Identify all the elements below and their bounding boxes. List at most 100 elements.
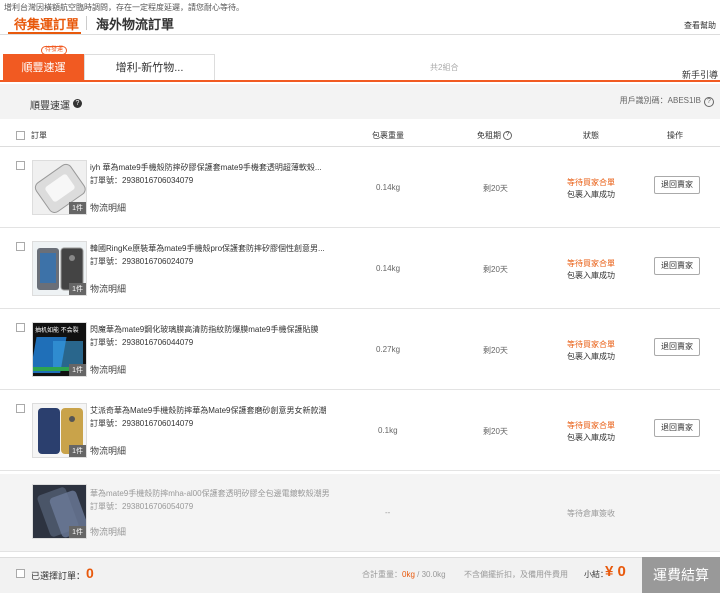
quantity-badge: 1件 — [69, 283, 86, 295]
status-primary: 等待買家合單 — [567, 178, 615, 187]
logistics-link[interactable]: 物流明細 — [90, 282, 126, 295]
selected-orders-label: 已選擇訂單： — [31, 571, 86, 581]
product-title[interactable]: 華為mate9手機殼防摔mha-al00保護套透明矽膠全包邊電鍍軟殼潮男 — [90, 488, 330, 499]
product-title[interactable]: 韓國RingKe原裝華為mate9手機殼pro保護套防摔矽膠個性創意男... — [90, 243, 325, 254]
free-period-days: 剩20天 — [483, 427, 508, 436]
help-link[interactable]: 查看幫助 — [684, 20, 716, 31]
package-weight: 0.27kg — [376, 345, 401, 354]
order-number-value: 2938016706014079 — [122, 419, 194, 428]
order-number-value: 2938016706054079 — [122, 502, 194, 511]
total-weight-separator: / — [414, 570, 422, 579]
status-primary: 等待買家合單 — [567, 340, 615, 349]
order-number: 訂單號：2938016706014079 — [90, 418, 193, 429]
order-number: 訂單號：2938016706054079 — [90, 501, 193, 512]
order-number-label: 訂單號： — [90, 257, 122, 266]
total-weight-label: 合計重量： — [362, 570, 402, 579]
thumbnail-caption: 抽机如能 不会裂 — [35, 328, 79, 334]
row-checkbox[interactable] — [16, 161, 25, 170]
header-divider — [0, 34, 720, 35]
tab-overseas-orders[interactable]: 海外物流訂單 — [96, 14, 174, 33]
column-free-period-label: 免租期 — [477, 131, 501, 140]
quantity-badge: 1件 — [69, 364, 86, 376]
order-row — [0, 310, 720, 390]
status-primary: 等待倉庫簽收 — [567, 509, 615, 518]
tab-pending-orders[interactable]: 待集運訂單 — [14, 14, 79, 33]
status-secondary: 包裹入庫成功 — [567, 190, 615, 199]
order-number: 訂單號：2938016706044079 — [90, 337, 193, 348]
user-id-label: 用戶識別碼： — [619, 96, 668, 105]
package-weight: 0.14kg — [376, 183, 401, 192]
order-row — [0, 391, 720, 471]
order-number-label: 訂單號： — [90, 419, 122, 428]
group-header — [0, 84, 720, 119]
free-period-days: 剩20天 — [483, 346, 508, 355]
subtab-hsinchu[interactable]: 增利-新竹物... — [84, 54, 215, 81]
package-weight: 0.14kg — [376, 264, 401, 273]
subtotal-value: ¥ 0 — [605, 563, 626, 580]
return-to-seller-button[interactable]: 退回賣家 — [654, 419, 700, 437]
return-to-seller-button[interactable]: 退回賣家 — [654, 176, 700, 194]
select-all-footer-checkbox[interactable] — [16, 569, 25, 578]
column-action: 操作 — [667, 131, 683, 140]
total-weight-value: 0kg — [402, 570, 415, 579]
return-to-seller-button[interactable]: 退回賣家 — [654, 257, 700, 275]
order-row — [0, 229, 720, 309]
notice-text: 增利台灣因橫額航空臨時調問，存在一定程度延遲，請您耐心等待。 — [4, 3, 244, 12]
quantity-badge: 1件 — [69, 445, 86, 457]
question-icon[interactable]: ? — [704, 97, 714, 107]
product-thumbnail[interactable]: 1件 — [32, 403, 87, 458]
status-secondary: 包裹入庫成功 — [567, 352, 615, 361]
total-groups-text: 共2組合 — [430, 63, 459, 72]
status-secondary: 包裹入庫成功 — [567, 271, 615, 280]
tab-divider — [86, 16, 87, 30]
product-thumbnail[interactable]: 1件 — [32, 484, 87, 539]
order-row — [0, 148, 720, 228]
status-secondary: 包裹入庫成功 — [567, 433, 615, 442]
subtab-sf-express[interactable]: 順豐速運 — [3, 54, 84, 82]
column-weight: 包裹重量 — [372, 131, 404, 140]
status-primary: 等待買家合單 — [567, 421, 615, 430]
product-title[interactable]: 艾派奇華為Mate9手機殼防摔華為Mate9保護套磨砂創意男女新款潮 — [90, 405, 326, 416]
subtab-underline — [0, 80, 720, 82]
row-checkbox[interactable] — [16, 323, 25, 332]
package-weight: -- — [385, 508, 391, 517]
product-title[interactable]: 閃魔華為mate9鋼化玻璃膜高清防指紋防爆膜mate9手機保護貼膜 — [90, 324, 318, 335]
beginner-guide-link[interactable]: 新手引導 — [682, 68, 718, 81]
row-checkbox[interactable] — [16, 242, 25, 251]
logistics-link[interactable]: 物流明細 — [90, 363, 126, 376]
logistics-link[interactable]: 物流明細 — [90, 525, 126, 538]
selected-orders-count: 0 — [86, 565, 94, 581]
product-thumbnail[interactable]: 抽机如能 不会裂 1件 — [32, 322, 87, 377]
column-free-period: 免租期? — [477, 130, 512, 141]
column-divider — [0, 146, 720, 147]
user-id-value: ABES1IB — [667, 96, 701, 105]
checkout-button[interactable]: 運費結算 — [642, 557, 720, 593]
status-primary: 等待買家合單 — [567, 259, 615, 268]
order-number-label: 訂單號： — [90, 338, 122, 347]
logistics-link[interactable]: 物流明細 — [90, 201, 126, 214]
logistics-link[interactable]: 物流明細 — [90, 444, 126, 457]
free-period-days: 剩20天 — [483, 265, 508, 274]
order-number-value: 2938016706044079 — [122, 338, 194, 347]
quantity-badge: 1件 — [69, 202, 86, 214]
product-title[interactable]: iyh 華為mate9手機殼防摔矽膠保護套mate9手機套透明超薄軟殼... — [90, 162, 322, 173]
product-thumbnail[interactable]: 1件 — [32, 241, 87, 296]
order-number: 訂單號：2938016706034079 — [90, 175, 193, 186]
product-thumbnail[interactable]: 1件 — [32, 160, 87, 215]
row-checkbox[interactable] — [16, 404, 25, 413]
total-weight: 合計重量：0kg / 30.0kg — [362, 569, 446, 580]
order-number-value: 2938016706024079 — [122, 257, 194, 266]
help-icon[interactable]: ? — [73, 99, 82, 108]
select-all-checkbox[interactable] — [16, 131, 25, 140]
total-weight-max: 30.0kg — [421, 570, 446, 579]
pending-badge: 待發運 — [41, 46, 68, 55]
quantity-badge: 1件 — [69, 526, 86, 538]
question-icon[interactable]: ? — [503, 131, 512, 141]
order-number-label: 訂單號： — [90, 176, 122, 185]
column-status: 狀態 — [583, 131, 599, 140]
return-to-seller-button[interactable]: 退回賣家 — [654, 338, 700, 356]
order-number: 訂單號：2938016706024079 — [90, 256, 193, 267]
user-id: 用戶識別碼：ABES1IB? — [620, 95, 714, 107]
order-number-value: 2938016706034079 — [122, 176, 194, 185]
column-order: 訂單 — [31, 131, 47, 140]
